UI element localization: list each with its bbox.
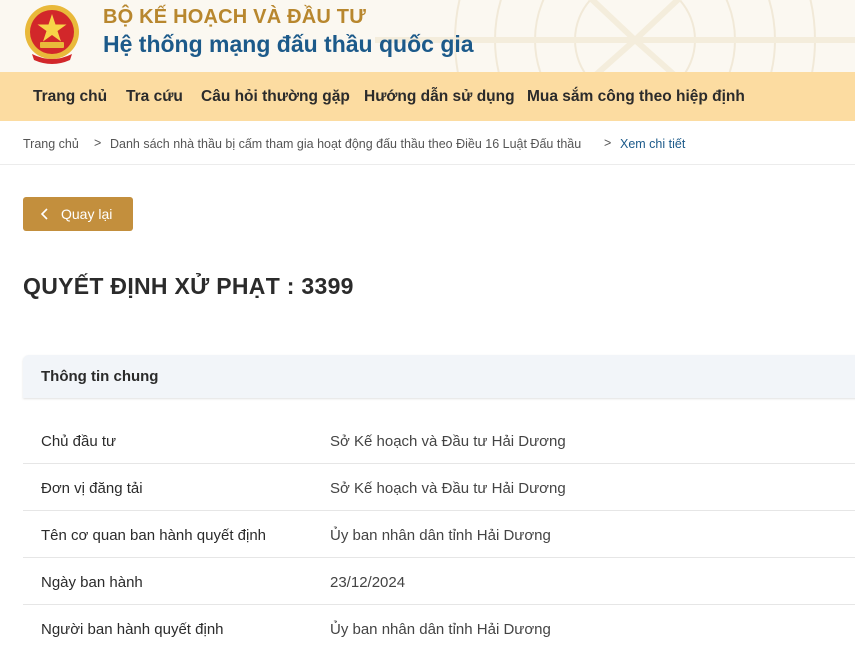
nav-item-home[interactable]: Trang chủ: [33, 88, 107, 106]
main-nav: Trang chủ Tra cứu Câu hỏi thường gặp Hướ…: [0, 72, 855, 121]
info-row-value: 23/12/2024: [330, 574, 406, 591]
info-row-value: Ủy ban nhân dân tỉnh Hải Dương: [330, 527, 551, 544]
org-name: BỘ KẾ HOẠCH VÀ ĐẦU TƯ: [103, 6, 367, 28]
national-emblem-icon[interactable]: [22, 2, 82, 66]
nav-item-public-procurement[interactable]: Mua sắm công theo hiệp định: [527, 88, 745, 106]
site-header: BỘ KẾ HOẠCH VÀ ĐẦU TƯ Hệ thống mạng đấu …: [0, 0, 855, 72]
page-title: QUYẾT ĐỊNH XỬ PHẠT : 3399: [23, 273, 354, 299]
breadcrumb-banned-contractors-list[interactable]: Danh sách nhà thầu bị cấm tham gia hoạt …: [110, 137, 581, 151]
nav-item-faq[interactable]: Câu hỏi thường gặp: [201, 88, 350, 106]
info-row-key: Chủ đầu tư: [41, 433, 117, 450]
info-row-value: Sở Kế hoạch và Đầu tư Hải Dương: [330, 433, 566, 450]
breadcrumb-current: Xem chi tiết: [620, 137, 686, 151]
info-row-key: Đơn vị đăng tải: [41, 480, 143, 497]
breadcrumb: Trang chủ > Danh sách nhà thầu bị cấm th…: [0, 121, 855, 165]
section-header-general-info: Thông tin chung: [23, 355, 855, 398]
info-row-key: Tên cơ quan ban hành quyết định: [41, 527, 267, 544]
info-row: Đơn vị đăng tải Sở Kế hoạch và Đầu tư Hả…: [23, 464, 855, 511]
back-button[interactable]: Quay lại: [23, 197, 133, 231]
info-row-value: Ủy ban nhân dân tỉnh Hải Dương: [330, 621, 551, 638]
nav-item-lookup[interactable]: Tra cứu: [126, 88, 183, 106]
nav-item-user-guide[interactable]: Hướng dẫn sử dụng: [364, 88, 515, 106]
breadcrumb-separator: >: [94, 136, 102, 150]
info-row: Tên cơ quan ban hành quyết định Ủy ban n…: [23, 511, 855, 558]
breadcrumb-separator: >: [604, 136, 612, 150]
info-row-key: Người ban hành quyết định: [41, 621, 224, 638]
info-row-value: Sở Kế hoạch và Đầu tư Hải Dương: [330, 480, 566, 497]
breadcrumb-home[interactable]: Trang chủ: [23, 137, 79, 151]
section-title: Thông tin chung: [41, 368, 159, 385]
chevron-left-icon: [40, 208, 48, 220]
info-row: Người ban hành quyết định Ủy ban nhân dâ…: [23, 605, 855, 648]
info-row: Chủ đầu tư Sở Kế hoạch và Đầu tư Hải Dươ…: [23, 417, 855, 464]
info-row-key: Ngày ban hành: [41, 574, 143, 591]
back-button-label: Quay lại: [61, 206, 113, 222]
system-name[interactable]: Hệ thống mạng đấu thầu quốc gia: [103, 31, 474, 58]
info-row: Ngày ban hành 23/12/2024: [23, 558, 855, 605]
